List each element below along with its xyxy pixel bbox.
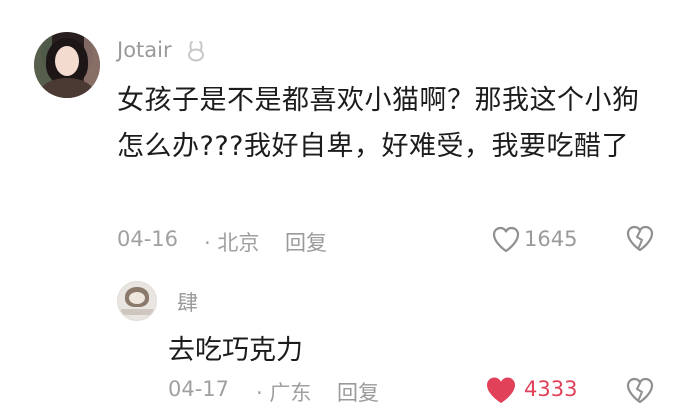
comment-location: · 北京: [204, 231, 260, 255]
avatar-cat-face: [129, 292, 145, 304]
avatar-caption-strip: [121, 309, 153, 315]
reply-date: 04-17: [168, 377, 230, 401]
rabbit-icon: [188, 41, 204, 62]
broken-heart-icon[interactable]: [625, 375, 655, 405]
heart-filled-icon[interactable]: [484, 375, 518, 405]
like-count: 1645: [524, 227, 578, 251]
reply-text: 去吃巧克力: [168, 335, 303, 366]
reply-location: · 广东: [256, 381, 312, 405]
avatar-face: [55, 46, 79, 76]
reply-username[interactable]: 肆: [177, 287, 198, 317]
heart-outline-icon[interactable]: [491, 225, 521, 253]
comment-date: 04-16: [117, 227, 179, 251]
comment-text: 女孩子是不是都喜欢小猫啊？那我这个小狗怎么办???我好自卑，好难受，我要吃醋了: [117, 85, 640, 162]
reply-button[interactable]: 回复: [285, 227, 327, 257]
avatar[interactable]: [34, 32, 100, 98]
comment-username[interactable]: Jotair: [117, 38, 172, 62]
reply-reply-button[interactable]: 回复: [337, 377, 379, 407]
reply-avatar[interactable]: [117, 281, 157, 321]
reply-like-count: 4333: [524, 377, 578, 401]
broken-heart-icon[interactable]: [625, 223, 655, 253]
